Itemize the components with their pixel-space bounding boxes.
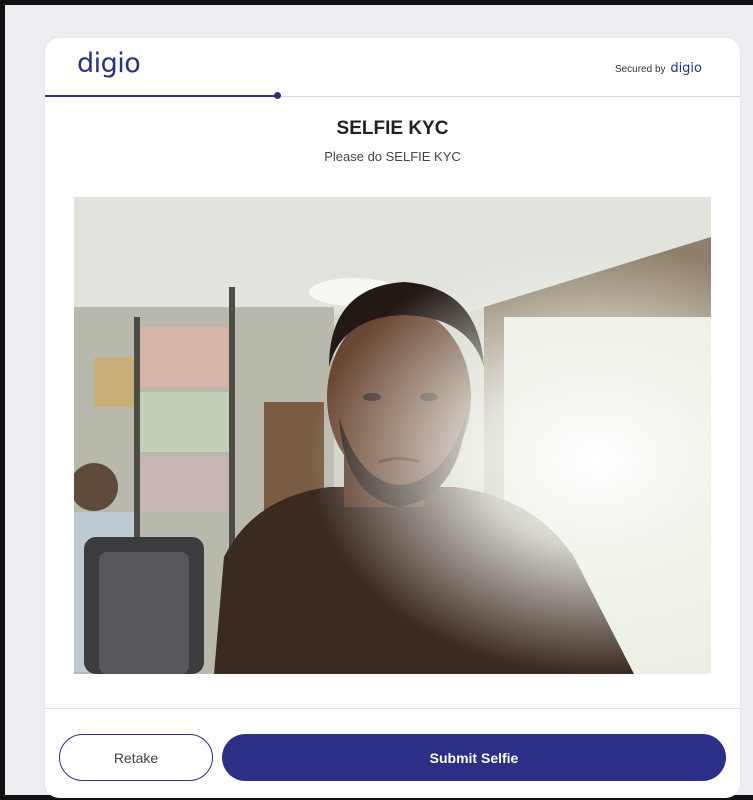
submit-selfie-button-label: Submit Selfie: [429, 749, 519, 766]
progress-bar: [45, 95, 278, 97]
secured-by-badge: Secured by digio: [615, 61, 702, 76]
secured-by-label: Secured by: [614, 64, 666, 75]
retake-button-label: Retake: [113, 749, 159, 766]
secured-by-logo: digio: [670, 61, 702, 76]
submit-selfie-button[interactable]: Submit Selfie: [222, 734, 726, 781]
selfie-preview-image: [74, 197, 711, 674]
progress-indicator-dot: [274, 92, 281, 99]
footer-divider: [45, 708, 740, 709]
digio-logo: digio: [77, 48, 141, 79]
header: digio Secured by digio: [45, 38, 740, 96]
retake-button[interactable]: Retake: [59, 734, 213, 781]
kyc-card: digio Secured by digio SELFIE KYC Please…: [45, 38, 740, 798]
page-title: SELFIE KYC: [336, 118, 449, 139]
window-frame: digio Secured by digio SELFIE KYC Please…: [0, 0, 753, 800]
page-subtitle: Please do SELFIE KYC: [324, 149, 461, 164]
